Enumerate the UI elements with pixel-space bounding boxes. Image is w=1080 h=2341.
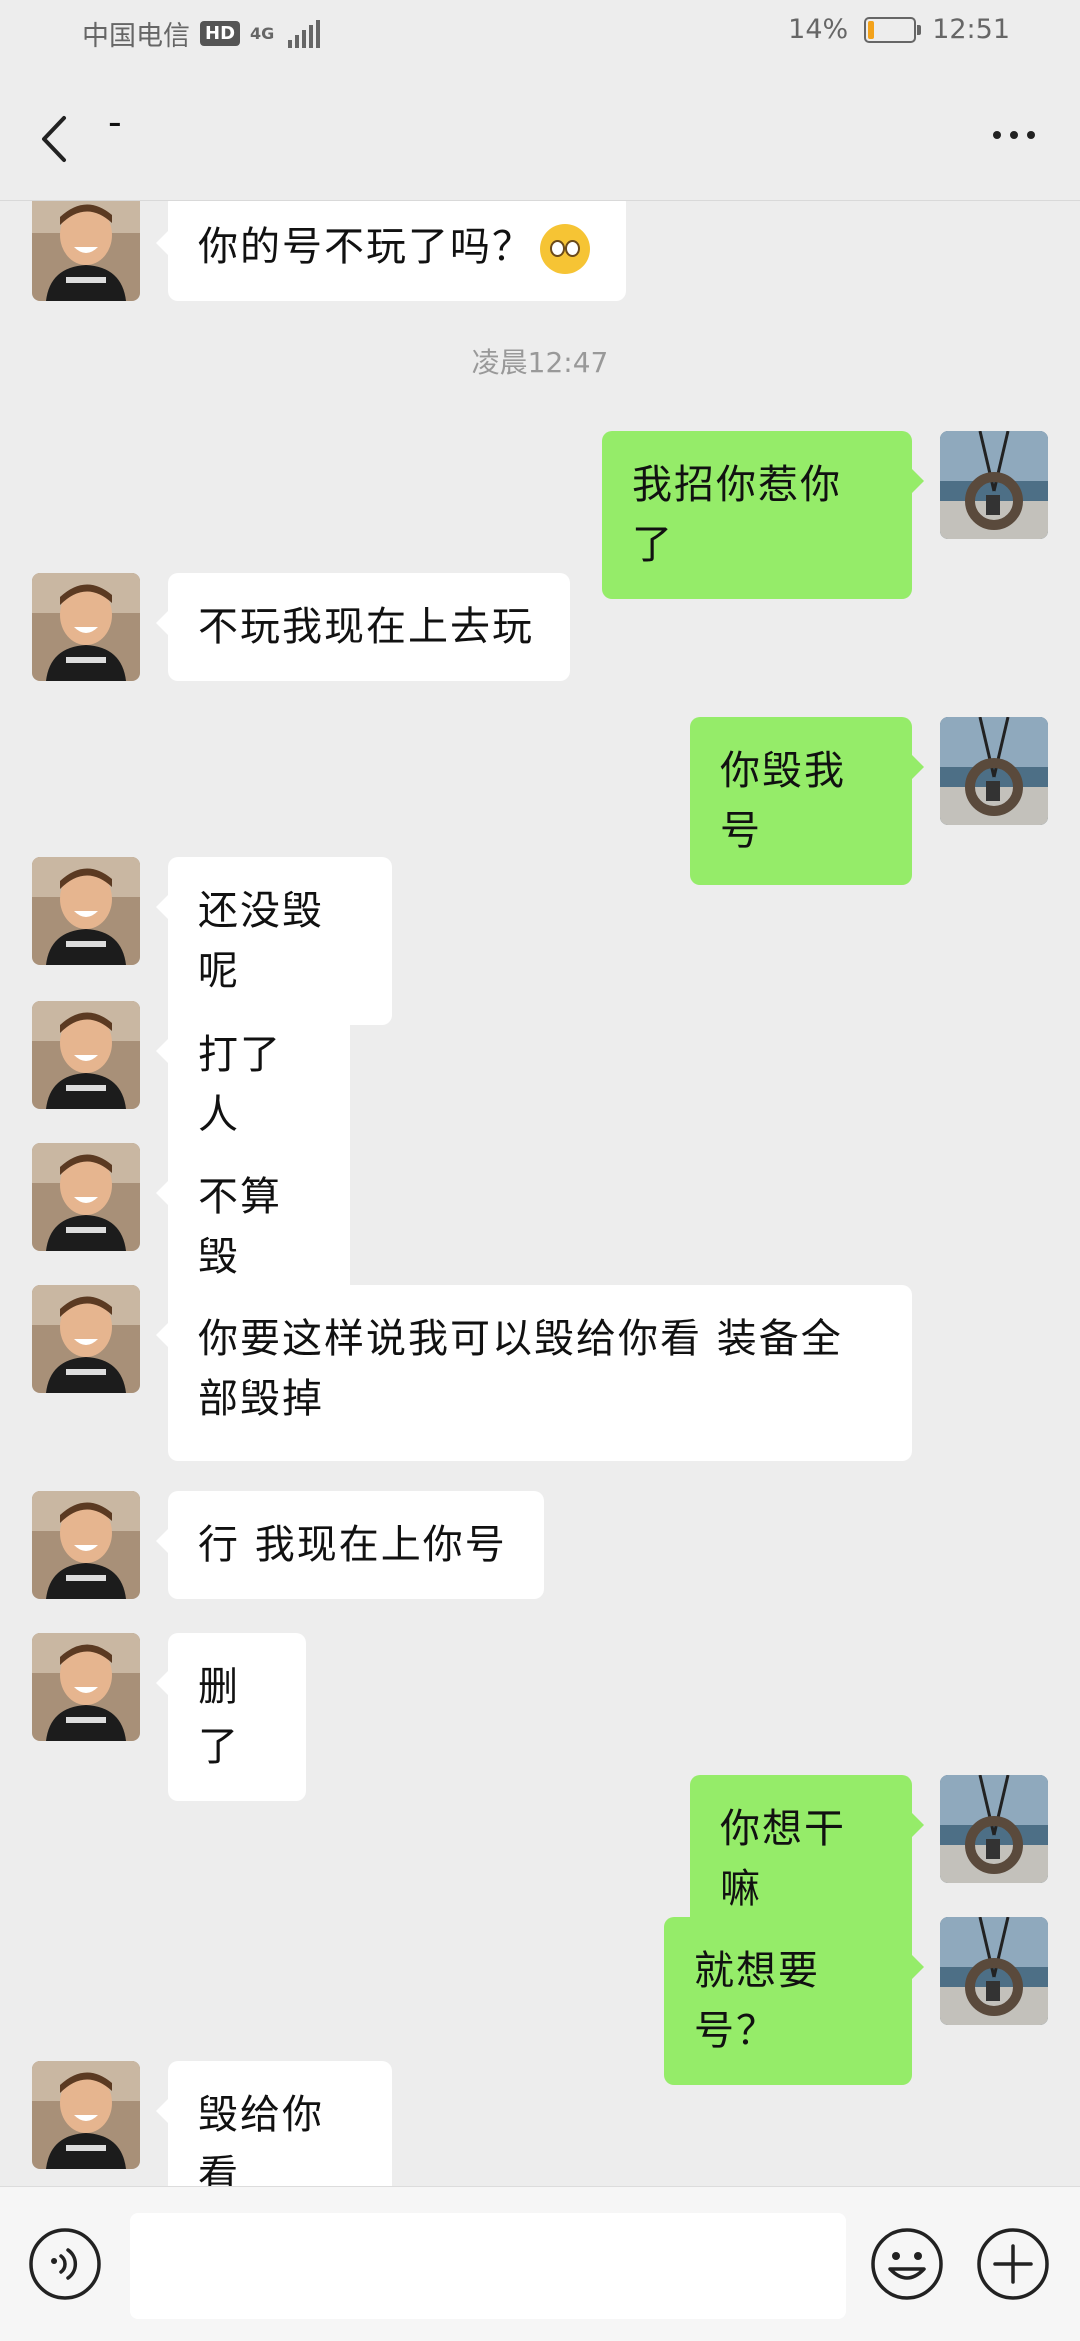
message-text: 你要这样说我可以毁给你看 装备全部毁掉 <box>198 1316 843 1422</box>
incoming-message: 你要这样说我可以毁给你看 装备全部毁掉 <box>0 1285 1080 1461</box>
incoming-message: 不玩我现在上去玩 <box>0 573 1080 681</box>
carrier-label: 中国电信 <box>82 21 190 52</box>
voice-icon[interactable] <box>28 2227 102 2301</box>
outgoing-message: 就想要号？ <box>0 1917 1080 2085</box>
network-label: 4G <box>250 24 275 43</box>
message-bubble[interactable]: 你的号不玩了吗？ <box>156 201 626 301</box>
friend-avatar[interactable] <box>32 1001 140 1109</box>
my-avatar[interactable] <box>940 431 1048 539</box>
message-bubble[interactable]: 还没毁呢 <box>156 857 392 1025</box>
chat-header: - <box>0 70 1080 201</box>
friend-avatar[interactable] <box>32 2061 140 2169</box>
friend-avatar[interactable] <box>32 1285 140 1393</box>
outgoing-message: 我招你惹你了 <box>0 431 1080 599</box>
status-bar: 中国电信 HD 4G 14% 12:51 <box>0 0 1080 70</box>
friend-avatar[interactable] <box>32 573 140 681</box>
my-avatar[interactable] <box>940 717 1048 825</box>
hd-badge: HD <box>200 21 241 46</box>
message-bubble[interactable]: 行 我现在上你号 <box>156 1491 544 1599</box>
friend-avatar[interactable] <box>32 201 140 301</box>
message-text: 就想要号？ <box>694 1948 820 2054</box>
battery-icon <box>864 16 922 43</box>
friend-avatar[interactable] <box>32 857 140 965</box>
message-text: 不玩我现在上去玩 <box>198 604 534 650</box>
message-input[interactable] <box>130 2213 846 2319</box>
timestamp: 凌晨12:47 <box>471 346 609 379</box>
chevron-left-icon[interactable] <box>36 114 76 164</box>
message-text: 打了人 <box>198 1032 282 1138</box>
battery-fill <box>868 20 874 39</box>
message-list[interactable]: 你的号不玩了吗？ 凌晨12:47 我招你惹你了不玩我现在上去玩你毁我号还没毁呢打了人… <box>0 201 1080 2186</box>
message-bubble[interactable]: 不玩我现在上去玩 <box>156 573 570 681</box>
outgoing-message: 你毁我号 <box>0 717 1080 885</box>
emoji-icon[interactable] <box>870 2227 944 2301</box>
incoming-message: 还没毁呢 <box>0 857 1080 1025</box>
message-text: 不算毁 <box>198 1174 282 1280</box>
incoming-message: 你的号不玩了吗？ <box>0 201 1080 301</box>
message-text: 删了 <box>198 1664 240 1770</box>
incoming-message: 行 我现在上你号 <box>0 1491 1080 1599</box>
status-left: 中国电信 HD 4G <box>82 14 321 53</box>
incoming-message: 毁给你看 <box>0 2061 1080 2186</box>
signal-icon <box>288 19 321 48</box>
message-text: 我招你惹你了 <box>632 462 842 568</box>
message-text: 毁给你看 <box>198 2092 324 2186</box>
incoming-message: 不算毁 <box>0 1143 1080 1311</box>
message-text: 行 我现在上你号 <box>198 1522 507 1568</box>
chat-title: - <box>108 100 122 144</box>
outgoing-message: 你想干嘛 <box>0 1775 1080 1943</box>
message-bubble[interactable]: 就想要号？ <box>664 1917 924 2085</box>
message-bubble[interactable]: 毁给你看 <box>156 2061 392 2186</box>
my-avatar[interactable] <box>940 1917 1048 2025</box>
status-right: 14% 12:51 <box>788 14 1010 45</box>
message-bubble[interactable]: 你要这样说我可以毁给你看 装备全部毁掉 <box>156 1285 912 1461</box>
input-bar <box>0 2186 1080 2341</box>
battery-percent: 14% <box>788 14 849 45</box>
friend-avatar[interactable] <box>32 1633 140 1741</box>
message-text: 还没毁呢 <box>198 888 324 994</box>
clock: 12:51 <box>932 14 1010 45</box>
message-text: 你毁我号 <box>720 748 846 854</box>
my-avatar[interactable] <box>940 1775 1048 1883</box>
pleading-face-emoji-icon <box>540 224 590 274</box>
incoming-message: 打了人 <box>0 1001 1080 1169</box>
friend-avatar[interactable] <box>32 1491 140 1599</box>
friend-avatar[interactable] <box>32 1143 140 1251</box>
message-text: 你的号不玩了吗？ <box>198 224 534 270</box>
incoming-message: 删了 <box>0 1633 1080 1801</box>
message-text: 你想干嘛 <box>720 1806 846 1912</box>
more-dots-icon[interactable] <box>984 110 1044 160</box>
plus-icon[interactable] <box>976 2227 1050 2301</box>
